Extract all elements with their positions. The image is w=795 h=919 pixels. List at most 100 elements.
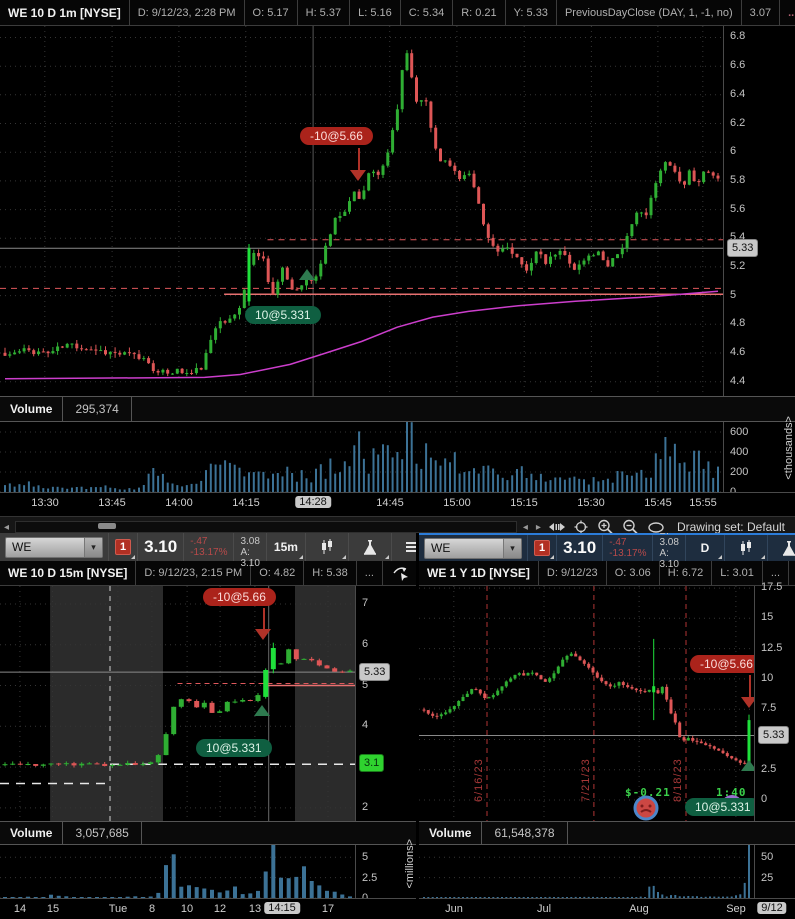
chart-title: WE 1 Y 1D [NYSE] bbox=[419, 561, 539, 585]
symbol-dropdown[interactable]: WE ▾ bbox=[5, 536, 103, 558]
zoom-in-icon[interactable] bbox=[595, 519, 616, 533]
time-tick: Sep bbox=[726, 903, 746, 915]
last-price-cell: 3.10 bbox=[138, 533, 185, 561]
price-chart-1m[interactable]: -10@5.66 10@5.331 bbox=[0, 26, 723, 396]
volume-header: Volume 3,057,685 bbox=[0, 821, 416, 845]
time-tick: Tue bbox=[108, 903, 128, 915]
buy-order-bubble[interactable]: 10@5.331 bbox=[245, 306, 321, 324]
drawing-set-selector[interactable]: Drawing set: Default bbox=[671, 520, 793, 533]
price-tick: 5 bbox=[730, 288, 737, 301]
price-tick: 7.5 bbox=[761, 702, 777, 715]
volume-value: 295,374 bbox=[63, 397, 132, 421]
flag-cell[interactable]: 1 bbox=[528, 535, 558, 561]
price-tick: 17.5 bbox=[761, 581, 783, 594]
time-axis: Jun Jul Aug Sep 9/12 bbox=[419, 899, 795, 919]
price-badge: 5.33 bbox=[727, 239, 759, 258]
bottom-right-panel: WE ▾ 1 3.10 -.47-13.17% B: 3.08A: 3.10 D… bbox=[419, 533, 795, 919]
studies-flask-button[interactable] bbox=[349, 533, 392, 561]
scrollbar-thumb[interactable] bbox=[98, 523, 117, 529]
time-tick: Jul bbox=[536, 903, 552, 915]
volume-tick: 200 bbox=[730, 466, 749, 478]
study-label[interactable]: PreviousDayClose (DAY, 1, -1, no) bbox=[557, 0, 742, 25]
price-chart-daily[interactable]: 6/16/23 7/21/23 8/18/23 -10@5.66 $-0.21 … bbox=[419, 586, 754, 821]
volume-value: 61,548,378 bbox=[482, 822, 568, 844]
buy-order-bubble[interactable]: 10@5.331 bbox=[685, 798, 754, 816]
date-cell: D: 9/12/23, 2:15 PM bbox=[136, 561, 252, 585]
volume-axis: 50 25 bbox=[754, 845, 795, 898]
high-cell: H: 5.37 bbox=[298, 0, 351, 25]
symbol-cell: WE ▾ bbox=[419, 535, 528, 561]
price-tick: 6.6 bbox=[730, 59, 746, 72]
price-tick: 6.8 bbox=[730, 30, 746, 43]
bid-ask-cell: B: 3.08A: 3.10 bbox=[234, 533, 267, 569]
crosshair-icon[interactable] bbox=[571, 520, 591, 533]
chart-title: WE 10 D 15m [NYSE] bbox=[0, 561, 137, 585]
close-cell: C: 5.34 bbox=[401, 0, 454, 25]
time-tick: 10 bbox=[180, 903, 194, 915]
open-cell: O: 5.17 bbox=[245, 0, 298, 25]
time-tick: 15 bbox=[46, 903, 60, 915]
time-tick: 14:45 bbox=[376, 497, 404, 509]
more-button[interactable]: ... bbox=[780, 0, 795, 25]
price-chart-15m[interactable]: -10@5.66 10@5.331 bbox=[0, 586, 355, 821]
ellipse-tool-icon[interactable] bbox=[645, 521, 667, 534]
buy-order-bubble[interactable]: 10@5.331 bbox=[196, 739, 272, 757]
symbol-cell: WE ▾ bbox=[0, 533, 109, 561]
price-tick: 0 bbox=[761, 793, 768, 806]
last-price: 3.10 bbox=[563, 538, 597, 557]
price-badge: 3.1 bbox=[359, 754, 385, 773]
timeframe-button[interactable]: D bbox=[686, 535, 725, 561]
date-cell: D: 9/12/23 bbox=[539, 561, 607, 585]
chart-scrollbar[interactable] bbox=[15, 521, 517, 533]
time-tick: 15:15 bbox=[510, 497, 538, 509]
more-button[interactable]: ... bbox=[357, 561, 383, 585]
symbol-dropdown[interactable]: WE ▾ bbox=[424, 537, 522, 559]
pointer-tool-icon[interactable] bbox=[789, 561, 795, 585]
chevron-down-icon[interactable]: ▾ bbox=[84, 537, 102, 557]
flag-cell[interactable]: 1 bbox=[109, 533, 139, 561]
net-change: -.47 bbox=[190, 536, 208, 547]
sell-order-bubble[interactable]: -10@5.66 bbox=[690, 655, 754, 673]
zoom-out-icon[interactable] bbox=[620, 519, 641, 533]
chart-type-button[interactable] bbox=[306, 533, 349, 561]
ask-value: A: 3.10 bbox=[240, 547, 260, 569]
time-tick: Jun bbox=[445, 903, 463, 915]
range-cell: R: 0.21 bbox=[453, 0, 506, 25]
volume-chart-1m bbox=[0, 422, 723, 492]
timeframe-button[interactable]: 15m bbox=[267, 533, 306, 561]
time-tick: 15:55 bbox=[689, 497, 717, 509]
menu-button[interactable] bbox=[392, 533, 416, 561]
volume-tick: 5 bbox=[362, 851, 369, 864]
percent-change: -13.17% bbox=[190, 547, 228, 558]
price-tick: 6 bbox=[362, 637, 369, 650]
time-axis-row: Jun Jul Aug Sep 9/12 bbox=[419, 898, 795, 919]
sell-order-bubble[interactable]: -10@5.66 bbox=[300, 127, 373, 145]
price-axis: 7654325.333.1 bbox=[355, 586, 416, 821]
bottom-left-panel: WE ▾ 1 3.10 -.47-13.17% B: 3.08A: 3.10 1… bbox=[0, 533, 416, 919]
time-tick: 15:00 bbox=[443, 497, 471, 509]
chevron-down-icon[interactable]: ▾ bbox=[503, 538, 521, 558]
price-tick: 5.2 bbox=[730, 259, 746, 272]
scroll-left-icon[interactable]: ◂ bbox=[2, 522, 11, 533]
time-axis-row: 14 15 Tue 8 10 12 13 14:15 17 bbox=[0, 898, 416, 919]
volume-header: Volume 295,374 bbox=[0, 396, 795, 422]
step-right-icon[interactable]: ▸ bbox=[534, 522, 543, 533]
sell-order-bubble[interactable]: -10@5.66 bbox=[203, 588, 276, 606]
studies-flask-button[interactable] bbox=[768, 535, 795, 561]
bid-value: B: 3.08 bbox=[659, 533, 679, 548]
time-tick: 14 bbox=[13, 903, 27, 915]
date-cell: D: 9/12/23, 2:28 PM bbox=[130, 0, 245, 25]
step-left-icon[interactable]: ◂ bbox=[521, 522, 530, 533]
time-tick: 15:45 bbox=[644, 497, 672, 509]
price-tick: 2 bbox=[362, 800, 369, 813]
time-axis: 14 15 Tue 8 10 12 13 14:15 17 bbox=[0, 899, 416, 919]
chart-header: WE 10 D 1m [NYSE] D: 9/12/23, 2:28 PM O:… bbox=[0, 0, 795, 26]
time-crosshair-badge: 9/12 bbox=[757, 902, 787, 914]
time-crosshair-badge: 14:15 bbox=[264, 902, 300, 914]
pointer-tool-icon[interactable] bbox=[386, 561, 416, 585]
chart-type-button[interactable] bbox=[725, 535, 768, 561]
time-tick: 13:30 bbox=[31, 497, 59, 509]
volume-unit: <thousands> bbox=[783, 416, 795, 480]
percent-change: -13.17% bbox=[609, 548, 647, 559]
pan-icon[interactable] bbox=[547, 521, 567, 533]
